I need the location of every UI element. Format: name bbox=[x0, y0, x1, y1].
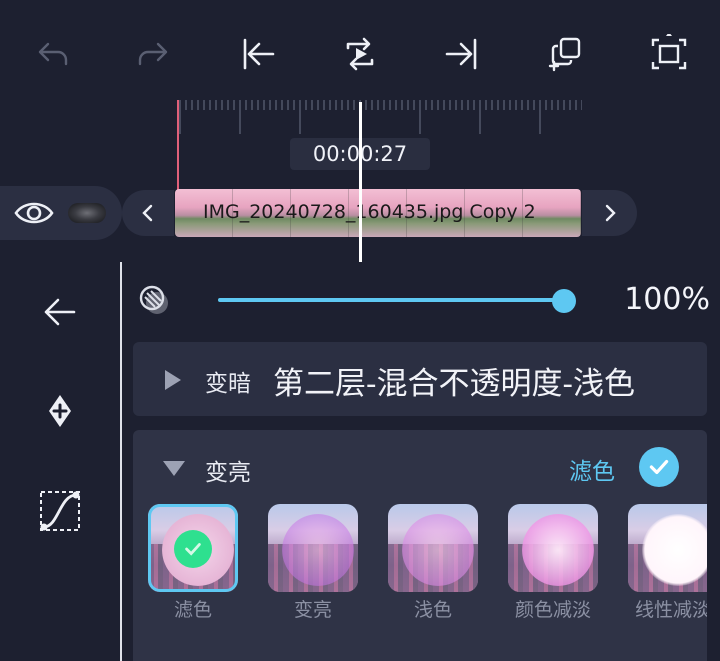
blend-group-darken[interactable]: 变暗 第二层-混合不透明度-浅色 bbox=[133, 342, 707, 416]
selected-ring bbox=[148, 504, 238, 592]
blend-group-lighten: 变亮 滤色 滤色 变亮 浅色 颜色减淡 线性减淡 bbox=[133, 430, 707, 661]
group-note: 第二层-混合不透明度-浅色 bbox=[273, 366, 635, 402]
opacity-value: 100% bbox=[624, 282, 710, 317]
redo-icon bbox=[138, 42, 168, 66]
track-controls bbox=[0, 186, 122, 240]
mode-label: 变亮 bbox=[293, 599, 332, 621]
mode-label: 线性减淡 bbox=[634, 599, 707, 621]
mode-screen[interactable] bbox=[148, 504, 238, 592]
duplicate-button[interactable] bbox=[540, 28, 592, 80]
blend-mode-icon bbox=[135, 283, 173, 317]
undo-icon bbox=[38, 42, 68, 66]
clip-name: IMG_20240728_160435.jpg Copy 2 bbox=[203, 201, 536, 223]
chevron-right-icon bbox=[605, 204, 616, 222]
undo-button[interactable] bbox=[26, 28, 78, 80]
eye-icon[interactable] bbox=[14, 198, 54, 228]
mode-label: 颜色减淡 bbox=[514, 599, 591, 621]
timeline-clip[interactable]: IMG_20240728_160435.jpg Copy 2 bbox=[175, 189, 581, 237]
redo-button[interactable] bbox=[128, 28, 180, 80]
curve-button[interactable] bbox=[30, 481, 90, 541]
skip-to-start-button[interactable] bbox=[231, 28, 283, 80]
keyframe-add-icon bbox=[49, 395, 71, 427]
clip-prev-button[interactable] bbox=[122, 190, 174, 236]
clip-start-marker bbox=[177, 100, 179, 190]
mode-color-dodge[interactable] bbox=[508, 504, 598, 592]
group-title-darken: 变暗 bbox=[205, 371, 251, 397]
track-thumbnail[interactable] bbox=[68, 203, 106, 223]
collapse-triangle-icon[interactable] bbox=[163, 461, 185, 476]
mode-lighten[interactable] bbox=[268, 504, 358, 592]
keyframe-button[interactable] bbox=[30, 381, 90, 441]
curve-icon bbox=[40, 491, 80, 531]
fullscreen-button[interactable] bbox=[643, 28, 695, 80]
back-arrow-icon bbox=[44, 298, 76, 326]
skip-to-start-icon bbox=[243, 38, 275, 70]
mode-linear-dodge[interactable] bbox=[628, 504, 707, 592]
opacity-slider-track[interactable] bbox=[218, 298, 564, 302]
opacity-slider-handle[interactable] bbox=[552, 289, 576, 313]
selected-mode-name: 滤色 bbox=[569, 459, 615, 485]
back-button[interactable] bbox=[30, 282, 90, 342]
mode-lighter-color[interactable] bbox=[388, 504, 478, 592]
play-loop-icon bbox=[346, 37, 374, 71]
fullscreen-icon bbox=[651, 34, 687, 70]
mode-label: 滤色 bbox=[173, 599, 212, 621]
checkmark-icon[interactable] bbox=[639, 447, 679, 487]
playhead[interactable] bbox=[359, 102, 362, 262]
clip-next-button[interactable] bbox=[582, 190, 637, 236]
expand-triangle-icon bbox=[165, 370, 181, 390]
skip-to-end-button[interactable] bbox=[437, 28, 489, 80]
sidebar-divider bbox=[120, 262, 122, 661]
play-loop-button[interactable] bbox=[334, 28, 386, 80]
duplicate-add-icon bbox=[548, 37, 581, 72]
mode-label: 浅色 bbox=[413, 599, 452, 621]
group-title-lighten: 变亮 bbox=[205, 460, 251, 486]
chevron-left-icon bbox=[142, 204, 153, 222]
timeline-ruler[interactable] bbox=[176, 100, 582, 140]
skip-to-end-icon bbox=[445, 38, 477, 70]
